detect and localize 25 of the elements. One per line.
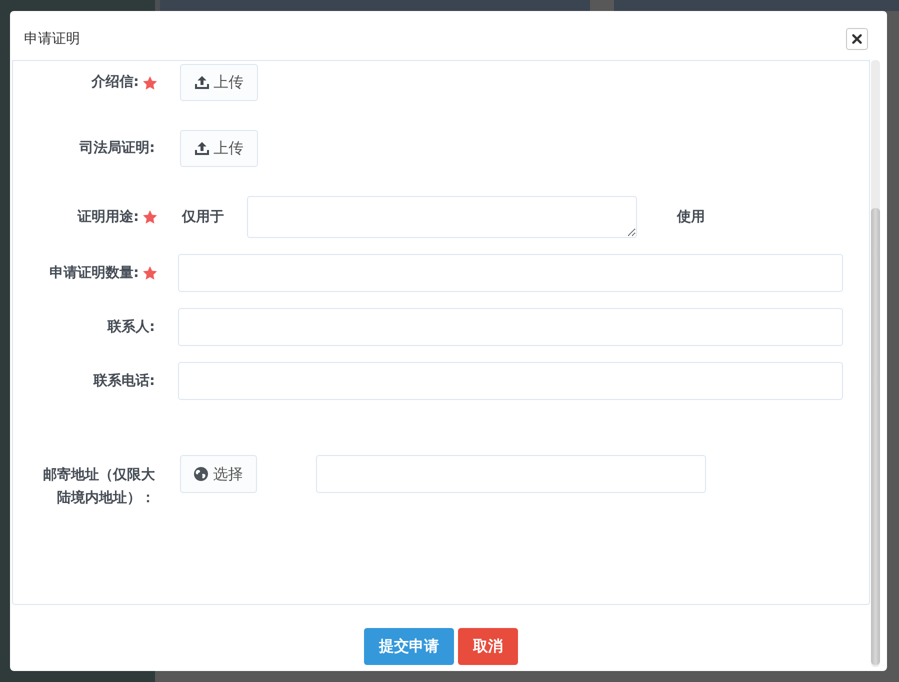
- field-label: 司法局证明:: [79, 139, 155, 158]
- upload-button[interactable]: 上传: [180, 64, 258, 101]
- field-label: 联系电话:: [93, 372, 155, 390]
- dialog-title: 申请证明: [24, 30, 80, 48]
- upload-icon: [194, 76, 208, 89]
- close-icon: [852, 34, 862, 44]
- close-button[interactable]: [846, 28, 868, 50]
- field-label: 联系人:: [107, 318, 155, 336]
- select-button[interactable]: 选择: [180, 455, 257, 493]
- text-input[interactable]: [178, 308, 843, 346]
- field-label: 邮寄地址（仅限大陆境内地址）：: [42, 466, 155, 508]
- upload-icon: [194, 142, 208, 155]
- purpose-suffix-label: 使用: [677, 208, 705, 227]
- upload-button[interactable]: 上传: [180, 130, 258, 167]
- globe-icon: [194, 467, 208, 481]
- field-label: 申请证明数量:: [49, 264, 139, 282]
- cancel-button[interactable]: 取消: [458, 628, 518, 665]
- address-input[interactable]: [316, 455, 706, 493]
- text-input[interactable]: [178, 362, 843, 400]
- field-label: 介绍信:: [91, 73, 139, 92]
- scrollbar-thumb[interactable]: [871, 208, 880, 665]
- text-input[interactable]: [178, 254, 843, 292]
- field-label: 证明用途:: [77, 208, 139, 226]
- purpose-prefix-label: 仅用于: [182, 208, 224, 227]
- purpose-textarea[interactable]: [247, 196, 637, 238]
